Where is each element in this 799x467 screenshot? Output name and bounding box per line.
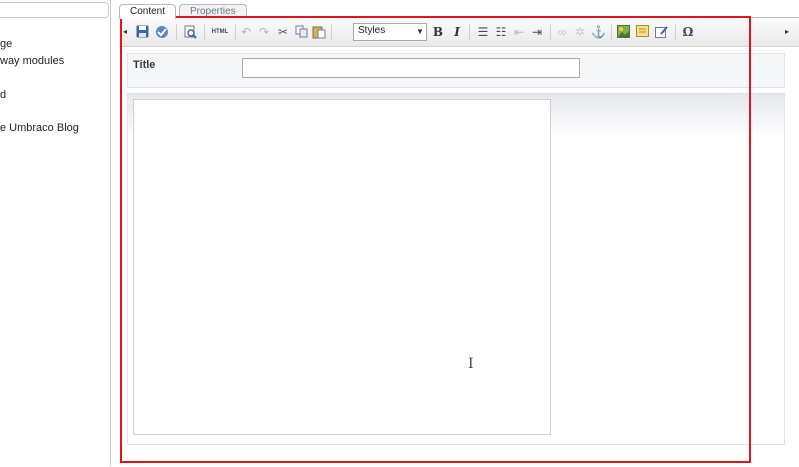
body-text-property: [127, 93, 785, 445]
italic-button[interactable]: I: [450, 25, 464, 39]
toolbar-separator: [469, 24, 470, 40]
title-property-row: Title: [127, 53, 785, 88]
save-icon[interactable]: [135, 25, 149, 39]
toolbar-separator: [675, 24, 676, 40]
indent-icon[interactable]: ⇥: [530, 25, 544, 39]
toolbar-scroll-left-icon[interactable]: ◂: [121, 25, 129, 39]
anchor-icon[interactable]: ⚓: [591, 25, 606, 39]
toolbar-separator: [611, 24, 612, 40]
special-character-button[interactable]: Ω: [680, 25, 696, 39]
content-tree-panel: ge way modules d e Umbraco Blog: [0, 0, 111, 466]
bold-button[interactable]: B: [431, 25, 445, 39]
toolbar-separator: [235, 24, 236, 40]
numbered-list-icon[interactable]: ☷: [494, 25, 508, 39]
copy-icon[interactable]: [294, 25, 308, 39]
tree-item[interactable]: ge: [0, 38, 12, 50]
preview-icon[interactable]: [183, 25, 197, 39]
rich-text-editor-area[interactable]: [133, 99, 551, 435]
tab-content[interactable]: Content: [119, 4, 177, 19]
tree-item[interactable]: d: [0, 89, 6, 101]
insert-form-icon[interactable]: [654, 25, 668, 39]
unlink-icon[interactable]: ✲: [573, 25, 587, 39]
styles-dropdown[interactable]: Styles ▼: [353, 23, 427, 41]
text-cursor-icon: I: [468, 356, 474, 372]
tree-header-bar: [0, 2, 109, 18]
toolbar-separator: [331, 24, 332, 40]
toolbar-separator: [176, 24, 177, 40]
toolbar-separator: [550, 24, 551, 40]
insert-image-icon[interactable]: [616, 25, 630, 39]
paste-icon[interactable]: [312, 25, 326, 39]
html-source-button[interactable]: HTML: [209, 25, 231, 39]
title-label: Title: [133, 59, 156, 71]
styles-dropdown-label: Styles: [358, 25, 386, 36]
redo-icon[interactable]: ↷: [257, 25, 271, 39]
insert-macro-icon[interactable]: [635, 25, 649, 39]
title-input[interactable]: [242, 58, 580, 78]
cut-icon[interactable]: ✂: [276, 25, 290, 39]
bullet-list-icon[interactable]: ☰: [476, 25, 490, 39]
undo-icon[interactable]: ↶: [239, 25, 253, 39]
chevron-down-icon: ▼: [416, 27, 424, 36]
rte-toolbar: ◂ HTML ↶ ↷ ✂ Styles ▼ B I ☰ ☷ ⇤ ⇥ ∞ ✲ ⚓ …: [119, 18, 799, 47]
save-and-publish-icon[interactable]: [155, 25, 169, 39]
tree-item[interactable]: way modules: [0, 55, 64, 67]
content-editor: ◂ HTML ↶ ↷ ✂ Styles ▼ B I ☰ ☷ ⇤ ⇥ ∞ ✲ ⚓ …: [119, 17, 799, 467]
toolbar-separator: [204, 24, 205, 40]
tree-item[interactable]: e Umbraco Blog: [0, 122, 79, 134]
outdent-icon[interactable]: ⇤: [512, 25, 526, 39]
toolbar-scroll-right-icon[interactable]: ▸: [783, 25, 791, 39]
link-icon[interactable]: ∞: [555, 25, 569, 39]
